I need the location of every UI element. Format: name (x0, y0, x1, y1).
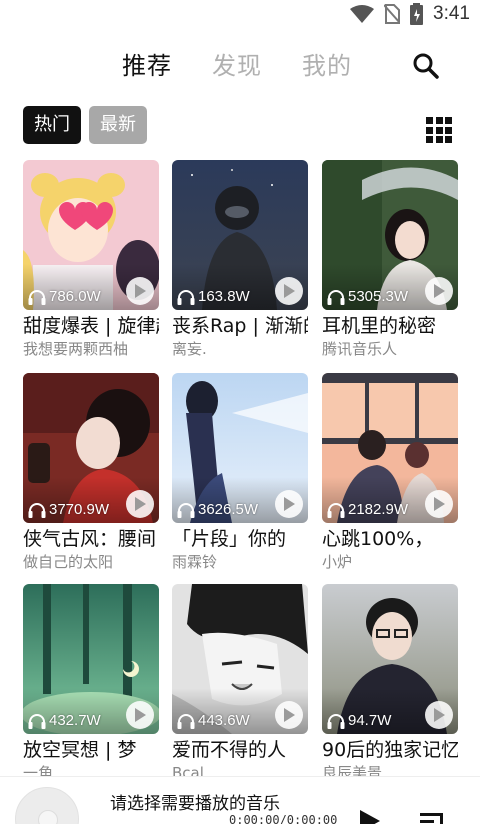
play-icon (135, 284, 146, 298)
play-button[interactable] (126, 701, 154, 729)
playlist-title[interactable]: 侠气古风：腰间 (23, 526, 159, 552)
playlist-card[interactable]: 432.7W 放空冥想 | 梦 一角 (23, 584, 159, 783)
play-count-value: 443.6W (198, 712, 250, 729)
play-button[interactable] (126, 277, 154, 305)
playlist-card[interactable]: 2182.9W 心跳100%， 小炉 (322, 373, 458, 572)
playlist-title[interactable]: 心跳100%， (322, 526, 458, 552)
playlist-card[interactable]: 94.7W 90后的独家记忆 良辰美景 (322, 584, 458, 783)
playlist-card[interactable]: 163.8W 丧系Rap | 渐渐的 离妄. (172, 160, 308, 359)
player-title: 请选择需要播放的音乐 (110, 794, 280, 814)
play-icon (284, 497, 295, 511)
filter-hot[interactable]: 热门 (23, 106, 81, 144)
playlist-cover[interactable]: 163.8W (172, 160, 308, 310)
headphones-icon (327, 502, 345, 518)
playlist-author: 腾讯音乐人 (322, 340, 398, 358)
grid-view-icon[interactable] (426, 117, 452, 143)
play-count-value: 94.7W (348, 712, 392, 729)
playlist-cover[interactable]: 3626.5W (172, 373, 308, 523)
play-icon (135, 708, 146, 722)
playlist-title[interactable]: 甜度爆表 | 旋律超甜的二次元 (23, 313, 159, 339)
play-count: 786.0W (28, 288, 101, 305)
playlist-card[interactable]: 786.0W 甜度爆表 | 旋律超甜的二次元 我想要两颗西柚 (23, 160, 159, 359)
top-nav: 推荐 发现 我的 (0, 42, 480, 86)
playlist-author: 做自己的太阳 (23, 553, 114, 571)
player-time: 0:00:00/0:00:00 (229, 813, 338, 824)
playlist-cover[interactable]: 786.0W (23, 160, 159, 310)
playlist-title[interactable]: 90后的独家记忆 (322, 737, 458, 763)
play-count: 432.7W (28, 712, 101, 729)
tab-discover[interactable]: 发现 (212, 46, 262, 81)
search-icon[interactable] (412, 52, 440, 80)
playlist-cover[interactable]: 443.6W (172, 584, 308, 734)
play-count: 94.7W (327, 712, 391, 729)
headphones-icon (177, 713, 195, 729)
playlist-title[interactable]: 放空冥想 | 梦 (23, 737, 159, 763)
status-bar: 3:41 (0, 0, 480, 28)
album-disc-icon[interactable] (15, 787, 79, 824)
play-count-value: 2182.9W (348, 501, 409, 518)
play-count: 5305.3W (327, 288, 408, 305)
play-count-value: 432.7W (49, 712, 101, 729)
headphones-icon (327, 289, 345, 305)
headphones-icon (177, 502, 195, 518)
play-count: 443.6W (177, 712, 250, 729)
playlist-queue-icon[interactable] (420, 811, 448, 824)
play-count: 3770.9W (28, 501, 109, 518)
playlist-card[interactable]: 3770.9W 侠气古风：腰间 做自己的太阳 (23, 373, 159, 572)
play-icon (135, 497, 146, 511)
headphones-icon (28, 289, 46, 305)
playlist-author: 小炉 (322, 553, 353, 571)
playlist-title[interactable]: 爱而不得的人 (172, 737, 308, 763)
wifi-icon (350, 5, 375, 23)
tab-recommend[interactable]: 推荐 (122, 46, 172, 81)
playlist-card[interactable]: 5305.3W 耳机里的秘密 腾讯音乐人 (322, 160, 458, 359)
playlist-cover[interactable]: 94.7W (322, 584, 458, 734)
headphones-icon (327, 713, 345, 729)
play-count-value: 3626.5W (198, 501, 259, 518)
play-count: 2182.9W (327, 501, 408, 518)
playlist-author: 雨霖铃 (172, 553, 218, 571)
play-count: 3626.5W (177, 501, 258, 518)
mini-player[interactable]: 请选择需要播放的音乐 0:00:00/0:00:00 (0, 776, 480, 824)
play-button[interactable] (425, 490, 453, 518)
play-icon (434, 708, 445, 722)
playlist-cover[interactable]: 5305.3W (322, 160, 458, 310)
play-icon (434, 497, 445, 511)
tab-mine[interactable]: 我的 (302, 46, 352, 81)
playlist-cover[interactable]: 2182.9W (322, 373, 458, 523)
play-count-value: 786.0W (49, 288, 101, 305)
playlist-card[interactable]: 443.6W 爱而不得的人 Bcal (172, 584, 308, 783)
playlist-cover[interactable]: 3770.9W (23, 373, 159, 523)
play-button[interactable] (126, 490, 154, 518)
play-count: 163.8W (177, 288, 250, 305)
play-button[interactable] (425, 277, 453, 305)
status-time: 3:41 (433, 3, 470, 24)
no-sim-icon (384, 4, 401, 24)
playlist-cover[interactable]: 432.7W (23, 584, 159, 734)
play-count-value: 5305.3W (348, 288, 409, 305)
battery-icon (410, 3, 424, 25)
playlist-title[interactable]: 丧系Rap | 渐渐的 (172, 313, 308, 339)
play-button[interactable] (275, 701, 303, 729)
playlist-card[interactable]: 3626.5W 「片段」你的 雨霖铃 (172, 373, 308, 572)
play-icon (284, 284, 295, 298)
playlist-title[interactable]: 耳机里的秘密 (322, 313, 458, 339)
headphones-icon (177, 289, 195, 305)
play-icon (434, 284, 445, 298)
play-icon[interactable] (358, 810, 380, 824)
play-button[interactable] (275, 277, 303, 305)
play-icon (284, 708, 295, 722)
filter-newest[interactable]: 最新 (89, 106, 147, 144)
headphones-icon (28, 502, 46, 518)
headphones-icon (28, 713, 46, 729)
playlist-title[interactable]: 「片段」你的 (172, 526, 308, 552)
play-button[interactable] (425, 701, 453, 729)
play-count-value: 3770.9W (49, 501, 110, 518)
play-button[interactable] (275, 490, 303, 518)
play-count-value: 163.8W (198, 288, 250, 305)
playlist-author: 我想要两颗西柚 (23, 340, 129, 358)
playlist-author: 离妄. (172, 340, 207, 358)
